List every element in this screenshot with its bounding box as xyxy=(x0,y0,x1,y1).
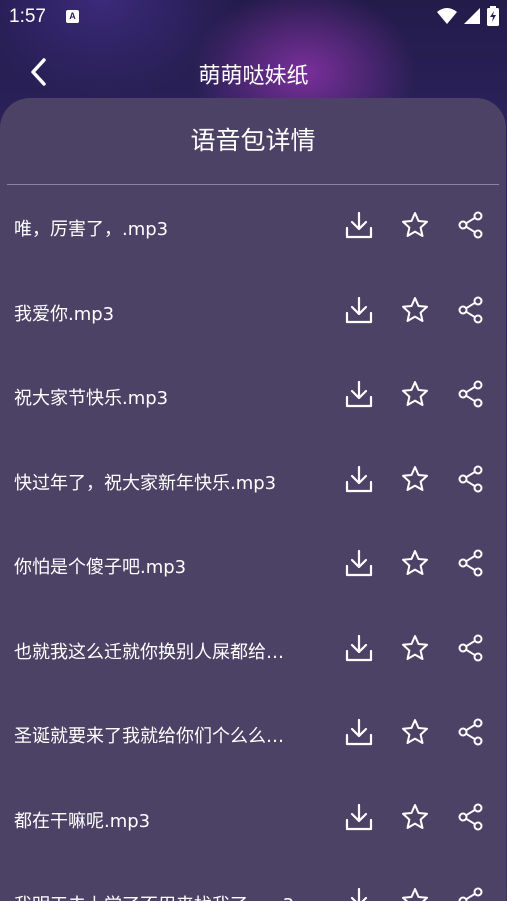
share-icon xyxy=(458,211,483,239)
list-item[interactable]: 你怕是个傻子吧.mp3 xyxy=(0,523,506,608)
share-button[interactable] xyxy=(456,295,486,325)
share-button[interactable] xyxy=(456,802,486,832)
page-title: 萌萌哒妹纸 xyxy=(198,64,309,89)
favorite-button[interactable] xyxy=(400,210,430,240)
favorite-button[interactable] xyxy=(400,886,430,901)
list-item-label: 都在干嘛呢.mp3 xyxy=(14,810,151,832)
star-icon xyxy=(402,296,428,322)
list-item-label: 圣诞就要来了我就给你们个么么… xyxy=(14,726,284,747)
star-icon xyxy=(402,550,428,575)
status-bar: 1:57 A xyxy=(0,0,507,34)
favorite-button[interactable] xyxy=(400,295,430,325)
star-icon xyxy=(402,381,428,406)
download-button[interactable] xyxy=(344,210,374,240)
voice-list: 唯，厉害了，.mp3 我爱你.mp3 祝大家节快乐.mp3 快过年了，祝大家新年… xyxy=(0,185,506,901)
panel-title: 语音包详情 xyxy=(190,126,316,155)
list-item[interactable]: 唯，厉害了，.mp3 xyxy=(0,185,506,270)
favorite-button[interactable] xyxy=(400,379,430,409)
download-button[interactable] xyxy=(344,886,374,901)
download-icon xyxy=(350,887,368,901)
detail-panel: 语音包详情 唯，厉害了，.mp3 我爱你.mp3 祝大家节快乐.mp3 快过年了… xyxy=(0,98,506,901)
download-icon xyxy=(345,549,373,577)
list-item-label: 你怕是个傻子吧.mp3 xyxy=(14,557,187,578)
share-icon xyxy=(458,380,483,408)
list-item-label: 也就我这么迁就你换别人屎都给… xyxy=(14,641,284,663)
share-icon xyxy=(458,549,483,577)
list-item[interactable]: 快过年了，祝大家新年快乐.mp3 xyxy=(0,439,506,524)
list-item[interactable]: 我爱你.mp3 xyxy=(0,270,506,355)
favorite-button[interactable] xyxy=(400,802,430,832)
star-icon xyxy=(402,465,428,491)
list-item[interactable]: 祝大家节快乐.mp3 xyxy=(0,354,506,439)
star-icon xyxy=(402,634,428,660)
system-icons xyxy=(437,6,499,26)
list-item-label: 我爱你.mp3 xyxy=(14,303,115,325)
share-button[interactable] xyxy=(456,886,486,901)
list-item[interactable]: 也就我这么迁就你换别人屎都给… xyxy=(0,608,506,693)
share-icon xyxy=(458,296,483,323)
app-header: 萌萌哒妹纸 xyxy=(0,44,507,104)
download-button[interactable] xyxy=(344,802,374,832)
download-button[interactable] xyxy=(344,379,374,409)
download-icon xyxy=(345,465,373,492)
notification-icon: A xyxy=(66,10,79,23)
list-item-label: 唯，厉害了，.mp3 xyxy=(14,219,169,240)
share-icon xyxy=(458,634,483,661)
share-icon xyxy=(458,718,483,746)
share-button[interactable] xyxy=(456,633,486,663)
list-item-label: 我明天去上学了不用来找我了.mp3 xyxy=(14,891,314,901)
list-item[interactable]: 我明天去上学了不用来找我了.mp3 xyxy=(0,861,506,901)
share-button[interactable] xyxy=(456,717,486,747)
download-icon xyxy=(345,211,373,239)
list-item-label: 祝大家节快乐.mp3 xyxy=(14,388,169,409)
download-icon xyxy=(345,634,373,661)
signal-icon xyxy=(464,8,480,24)
list-item[interactable]: 都在干嘛呢.mp3 xyxy=(0,777,506,862)
favorite-button[interactable] xyxy=(400,464,430,494)
share-icon xyxy=(458,803,483,830)
wifi-icon xyxy=(437,8,457,24)
share-button[interactable] xyxy=(456,464,486,494)
star-icon xyxy=(402,888,428,901)
share-button[interactable] xyxy=(456,548,486,578)
download-icon xyxy=(345,803,373,830)
favorite-button[interactable] xyxy=(400,717,430,747)
download-button[interactable] xyxy=(344,464,374,494)
favorite-button[interactable] xyxy=(400,548,430,578)
list-item-label: 快过年了，祝大家新年快乐.mp3 xyxy=(14,472,277,494)
list-item[interactable]: 圣诞就要来了我就给你们个么么… xyxy=(0,692,506,777)
share-icon xyxy=(458,465,483,492)
download-button[interactable] xyxy=(344,633,374,663)
download-button[interactable] xyxy=(344,295,374,325)
download-icon xyxy=(345,380,373,408)
star-icon xyxy=(402,719,428,744)
share-button[interactable] xyxy=(456,379,486,409)
download-button[interactable] xyxy=(344,717,374,747)
favorite-button[interactable] xyxy=(400,633,430,663)
status-time: 1:57 xyxy=(9,6,46,27)
download-button[interactable] xyxy=(344,548,374,578)
download-icon xyxy=(345,718,373,746)
battery-icon xyxy=(487,6,499,26)
share-button[interactable] xyxy=(456,210,486,240)
download-icon xyxy=(345,296,373,323)
share-icon xyxy=(458,887,483,901)
star-icon xyxy=(402,803,428,829)
star-icon xyxy=(402,212,428,237)
